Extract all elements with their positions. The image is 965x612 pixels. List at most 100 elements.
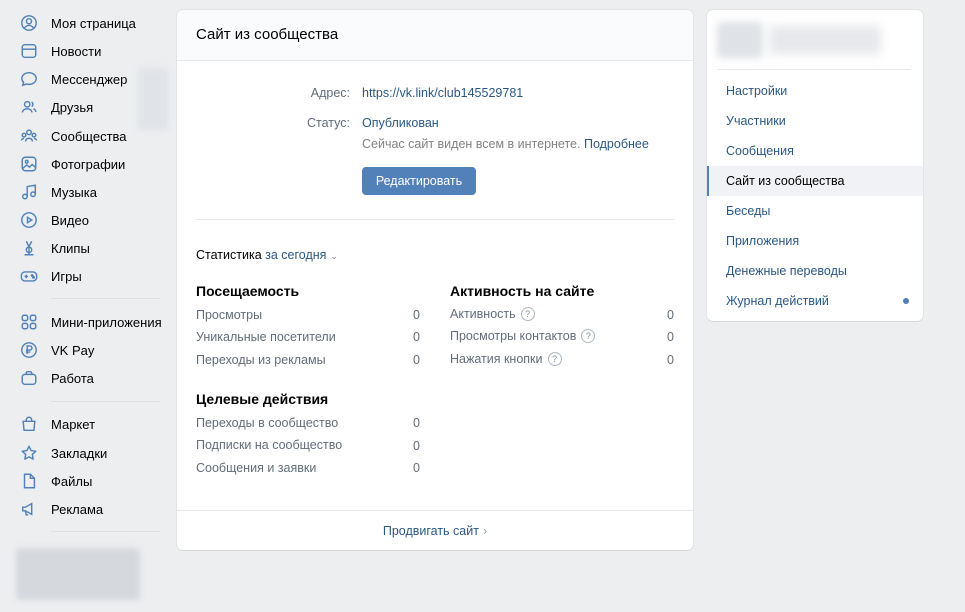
video-icon — [18, 209, 40, 231]
notification-dot — [903, 298, 909, 304]
metric-label: Переходы в сообщество — [196, 416, 339, 430]
sidebar-item-label: Мини-приложения — [51, 314, 162, 330]
sidebar-item-label: Работа — [51, 370, 94, 386]
file-icon — [18, 470, 40, 492]
sidebar-divider — [51, 401, 160, 402]
sidebar-item-label: VK Pay — [51, 342, 95, 358]
community-settings-menu: Настройки Участники Сообщения Сайт из со… — [707, 10, 923, 321]
sidebar-item-clips[interactable]: Клипы — [18, 234, 90, 262]
sidebar-item-files[interactable]: Файлы — [18, 467, 92, 495]
sidebar-item-label: Реклама — [51, 501, 104, 517]
community-name — [769, 26, 881, 54]
menu-item-action-log[interactable]: Журнал действий — [707, 286, 923, 316]
site-from-community-card: Сайт из сообщества Адрес: https://vk.lin… — [177, 10, 693, 550]
sidebar-item-label: Файлы — [51, 473, 93, 489]
card-header: Сайт из сообщества — [177, 10, 693, 61]
metric-row: Сообщения и заявки — [196, 461, 316, 475]
sidebar-item-music[interactable]: Музыка — [18, 178, 97, 206]
photo-icon — [18, 153, 40, 175]
sidebar-item-friends[interactable]: Друзья — [18, 93, 93, 121]
chevron-right-icon: › — [482, 523, 488, 538]
shopping-bag-icon — [18, 413, 40, 435]
sidebar-item-photos[interactable]: Фотографии — [18, 150, 125, 178]
metric-row: Нажатия кнопки? — [450, 352, 562, 366]
help-icon[interactable]: ? — [520, 307, 535, 321]
music-icon — [18, 181, 40, 203]
sidebar-item-label: Новости — [51, 43, 102, 59]
metric-label: Уникальные посетители — [196, 330, 336, 344]
menu-item-members[interactable]: Участники — [707, 106, 923, 136]
sidebar-item-news[interactable]: Новости — [18, 37, 101, 65]
status-label: Статус: — [307, 116, 350, 130]
news-icon — [18, 40, 40, 62]
vkpay-icon — [18, 339, 40, 361]
menu-item-label: Журнал действий — [726, 294, 829, 308]
sidebar-item-label: Видео — [51, 212, 89, 228]
sidebar-item-my-page[interactable]: Моя страница — [18, 9, 136, 37]
menu-item-messages[interactable]: Сообщения — [707, 136, 923, 166]
metric-value: 0 — [413, 461, 420, 475]
metric-value: 0 — [667, 330, 674, 344]
sidebar-item-work[interactable]: Работа — [18, 364, 94, 392]
metric-row: Активность? — [450, 307, 535, 321]
sidebar-item-vkpay[interactable]: VK Pay — [18, 336, 94, 364]
edit-button[interactable]: Редактировать — [362, 167, 476, 195]
help-icon[interactable]: ? — [547, 352, 562, 366]
sidebar-item-label: Друзья — [51, 99, 94, 115]
address-link[interactable]: https://vk.link/club145529781 — [362, 86, 523, 100]
metric-row: Переходы из рекламы — [196, 353, 326, 367]
menu-item-settings[interactable]: Настройки — [707, 76, 923, 106]
metric-value: 0 — [413, 308, 420, 322]
sidebar-item-label: Моя страница — [51, 15, 136, 31]
menu-item-site-from-community[interactable]: Сайт из сообщества — [707, 166, 923, 196]
menu-item-chats[interactable]: Беседы — [707, 196, 923, 226]
sidebar-divider — [51, 298, 160, 299]
apps-icon — [18, 311, 40, 333]
metric-value: 0 — [413, 353, 420, 367]
status-hint-text: Сейчас сайт виден всем в интернете. — [362, 137, 581, 151]
sidebar-item-ads[interactable]: Реклама — [18, 495, 103, 523]
help-icon[interactable]: ? — [581, 329, 596, 343]
sidebar-item-messenger[interactable]: Мессенджер — [18, 65, 127, 93]
left-sidebar: Моя страница Новости Мессенджер Друзья С… — [0, 0, 170, 612]
sidebar-item-video[interactable]: Видео — [18, 206, 89, 234]
sidebar-item-label: Клипы — [51, 240, 90, 256]
sidebar-item-bookmarks[interactable]: Закладки — [18, 439, 107, 467]
metric-value: 0 — [667, 353, 674, 367]
stats-period-dropdown[interactable]: за сегодня — [265, 248, 326, 262]
targets-title: Целевые действия — [196, 391, 329, 407]
metric-value: 0 — [413, 416, 420, 430]
metric-label: Подписки на сообщество — [196, 438, 343, 452]
status-hint: Сейчас сайт виден всем в интернете. Подр… — [362, 137, 649, 151]
metric-row: Подписки на сообщество — [196, 438, 342, 452]
metric-row: Просмотры — [196, 308, 262, 322]
sidebar-item-label: Маркет — [51, 416, 96, 432]
sidebar-item-label: Фотографии — [51, 156, 126, 172]
menu-item-apps[interactable]: Приложения — [707, 226, 923, 256]
menu-item-money-transfers[interactable]: Денежные переводы — [707, 256, 923, 286]
sidebar-item-mini-apps[interactable]: Мини-приложения — [18, 308, 162, 336]
sidebar-item-communities[interactable]: Сообщества — [18, 122, 127, 150]
metric-value: 0 — [667, 308, 674, 322]
sidebar-item-label: Игры — [51, 268, 82, 284]
friends-icon — [18, 96, 40, 118]
sidebar-item-games[interactable]: Игры — [18, 262, 82, 290]
page-title: Сайт из сообщества — [196, 26, 339, 43]
attendance-title: Посещаемость — [196, 283, 300, 299]
metric-row: Просмотры контактов? — [450, 329, 596, 343]
promote-label: Продвигать сайт — [382, 523, 479, 538]
clips-icon — [18, 237, 40, 259]
chevron-down-icon[interactable]: ⌄ — [330, 251, 338, 261]
sidebar-item-label: Сообщества — [51, 128, 127, 144]
sidebar-item-market[interactable]: Маркет — [18, 410, 95, 438]
community-avatar — [717, 22, 763, 58]
metric-value: 0 — [413, 330, 420, 344]
sidebar-divider — [51, 531, 160, 532]
user-circle-icon — [18, 12, 40, 34]
metric-label: Сообщения и заявки — [196, 461, 317, 475]
metric-value: 0 — [413, 439, 420, 453]
blurred-footer — [16, 548, 140, 600]
more-link[interactable]: Подробнее — [584, 137, 649, 151]
metric-label: Просмотры контактов — [450, 329, 577, 343]
promote-site-link[interactable]: Продвигать сайт › — [383, 524, 487, 538]
